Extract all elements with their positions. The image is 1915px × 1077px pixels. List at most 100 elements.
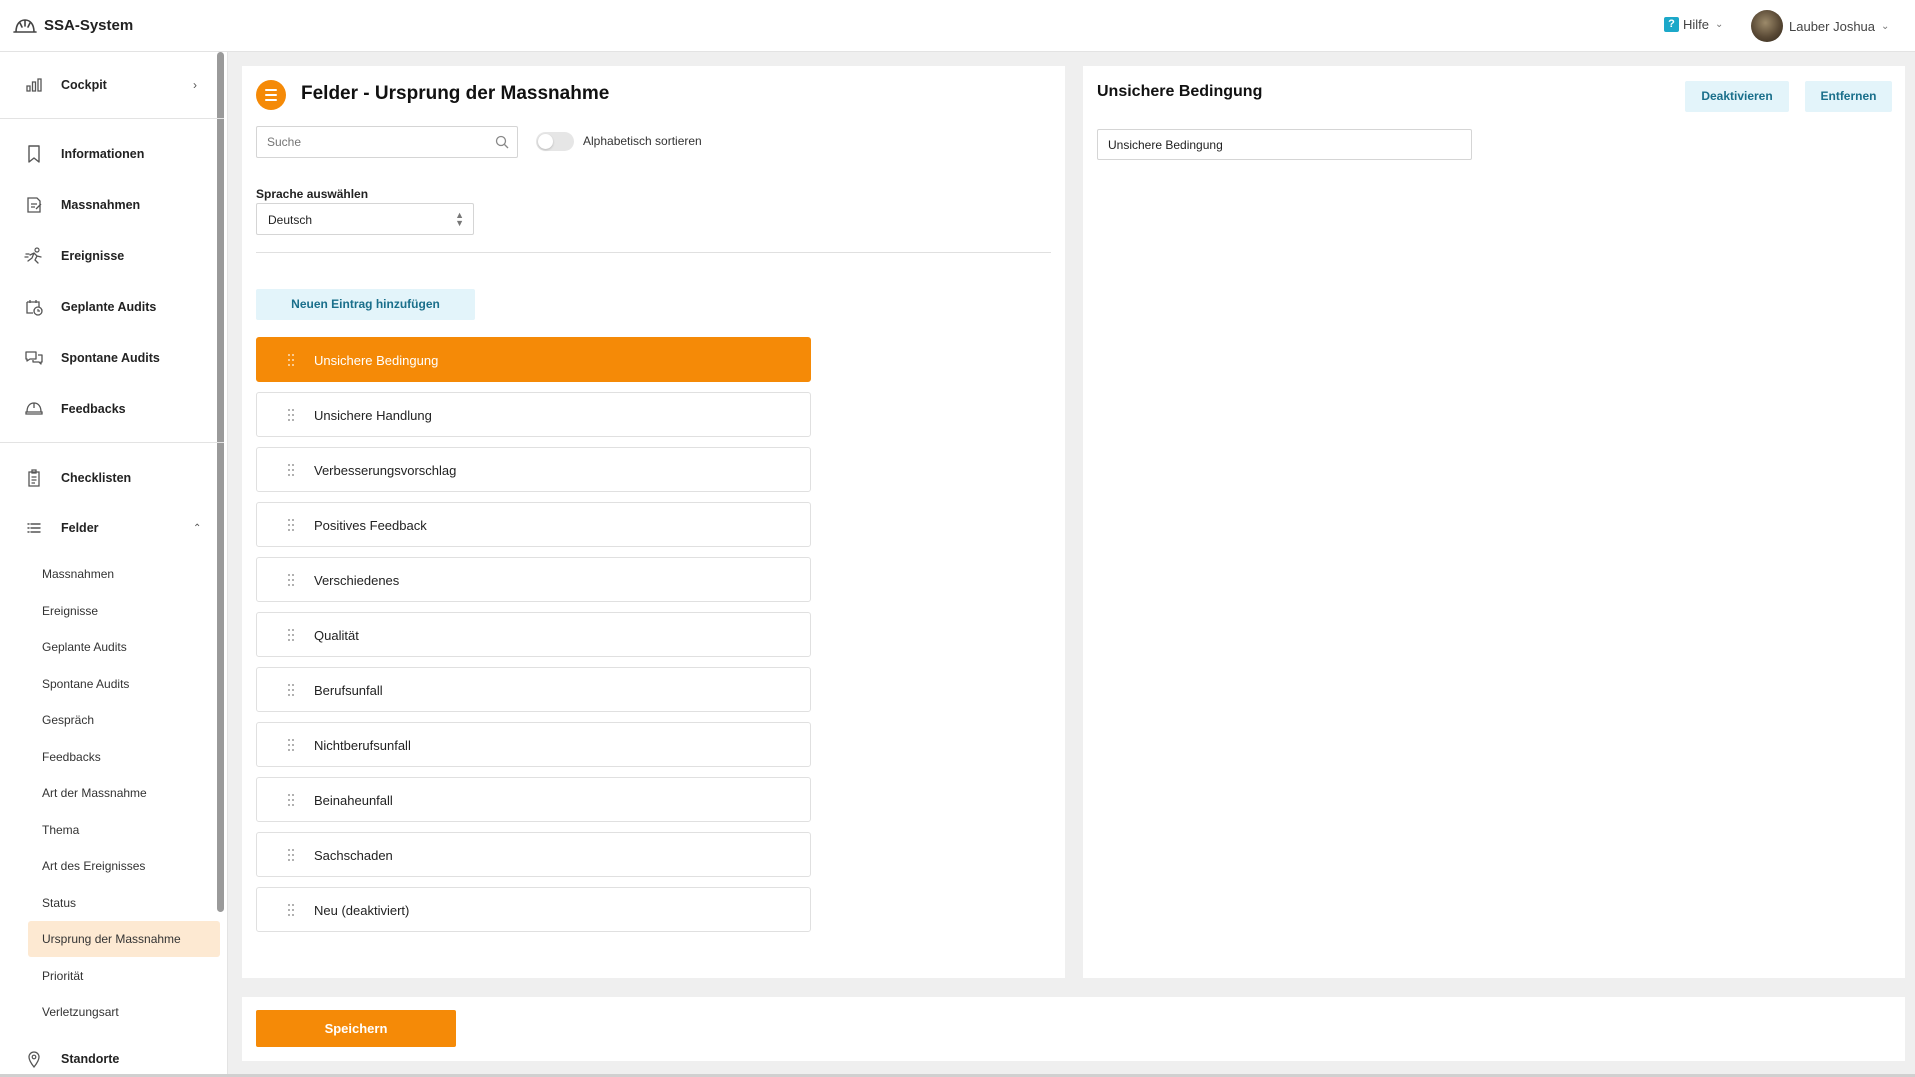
bookmark-icon <box>28 145 40 163</box>
sidebar-item-geplante-audits[interactable]: Geplante Audits <box>0 287 210 327</box>
bar-chart-icon <box>26 78 42 92</box>
entry-name-field[interactable] <box>1097 129 1472 160</box>
sidebar-item-cockpit[interactable]: Cockpit › <box>0 65 210 105</box>
fields-list-panel: Felder - Ursprung der Massnahme Alphabet… <box>242 66 1065 978</box>
divider <box>256 252 1051 253</box>
sidebar-sub-item-massnahmen[interactable]: Massnahmen <box>28 556 220 592</box>
alphabetical-sort-label: Alphabetisch sortieren <box>583 134 702 148</box>
list-item[interactable]: Berufsunfall <box>256 667 811 712</box>
chevron-down-icon: ⌄ <box>1881 20 1890 32</box>
running-person-icon <box>24 247 42 264</box>
avatar <box>1751 10 1783 42</box>
language-label: Sprache auswählen <box>256 187 369 201</box>
sidebar-item-checklisten[interactable]: Checklisten <box>0 458 210 498</box>
drag-handle-icon[interactable] <box>287 408 295 422</box>
sidebar-item-informationen[interactable]: Informationen <box>0 134 210 174</box>
list-item-label: Positives Feedback <box>314 518 427 533</box>
sidebar-sub-item-geplante-audits[interactable]: Geplante Audits <box>28 629 220 665</box>
sidebar-sub-item-spontane-audits[interactable]: Spontane Audits <box>28 666 220 702</box>
list-item-label: Nichtberufsunfall <box>314 738 411 753</box>
list-item[interactable]: Unsichere Handlung <box>256 392 811 437</box>
help-menu[interactable]: ? Hilfe ⌄ <box>1664 17 1723 32</box>
sidebar-item-label: Geplante Audits <box>61 300 157 314</box>
clipboard-icon <box>28 469 40 487</box>
chat-bubbles-icon <box>25 351 43 365</box>
sidebar-item-standorte[interactable]: Standorte <box>0 1039 210 1077</box>
list-item[interactable]: Beinaheunfall <box>256 777 811 822</box>
drag-handle-icon[interactable] <box>287 793 295 807</box>
list-icon <box>256 80 286 110</box>
save-button[interactable]: Speichern <box>256 1010 456 1047</box>
drag-handle-icon[interactable] <box>287 628 295 642</box>
sidebar-item-spontane-audits[interactable]: Spontane Audits <box>0 338 210 378</box>
sidebar-sub-item-art-des-ereignisses[interactable]: Art des Ereignisses <box>28 848 220 884</box>
helmet-icon <box>25 402 43 415</box>
help-icon: ? <box>1664 17 1679 32</box>
list-item-label: Neu (deaktiviert) <box>314 903 410 918</box>
app-title: SSA-System <box>44 17 134 34</box>
drag-handle-icon[interactable] <box>287 738 295 752</box>
sidebar-sub-item-gespraech[interactable]: Gespräch <box>28 702 220 738</box>
sidebar-sub-item-feedbacks[interactable]: Feedbacks <box>28 739 220 775</box>
list-item[interactable]: Qualität <box>256 612 811 657</box>
sidebar-sub-item-prioritaet[interactable]: Priorität <box>28 958 220 994</box>
sidebar-sub-item-verletzungsart[interactable]: Verletzungsart <box>28 994 220 1030</box>
list-item-label: Verbesserungsvorschlag <box>314 463 457 478</box>
sidebar-item-ereignisse[interactable]: Ereignisse <box>0 236 210 276</box>
help-label: Hilfe <box>1683 17 1710 32</box>
sidebar-item-label: Cockpit <box>61 78 107 92</box>
sidebar-item-label: Ereignisse <box>61 249 125 263</box>
language-select[interactable]: Deutsch ▲ ▼ <box>256 203 474 235</box>
drag-handle-icon[interactable] <box>287 463 295 477</box>
sidebar-item-feedbacks[interactable]: Feedbacks <box>0 389 210 429</box>
deactivate-button[interactable]: Deaktivieren <box>1685 81 1789 112</box>
sidebar-divider <box>0 118 224 119</box>
drag-handle-icon[interactable] <box>287 683 295 697</box>
list-item[interactable]: Nichtberufsunfall <box>256 722 811 767</box>
drag-handle-icon[interactable] <box>287 353 295 367</box>
add-entry-button[interactable]: Neuen Eintrag hinzufügen <box>256 289 475 320</box>
sidebar-item-felder[interactable]: Felder ⌃ <box>0 508 210 548</box>
list-item[interactable]: Verbesserungsvorschlag <box>256 447 811 492</box>
list-item-label: Beinaheunfall <box>314 793 393 808</box>
helmet-logo-icon <box>13 19 37 33</box>
remove-button[interactable]: Entfernen <box>1805 81 1892 112</box>
chevron-down-icon: ⌄ <box>1715 19 1724 30</box>
sidebar-item-label: Checklisten <box>61 471 132 485</box>
sidebar-item-label: Spontane Audits <box>61 351 160 365</box>
page-title: Felder - Ursprung der Massnahme <box>301 83 610 104</box>
sidebar-sub-item-ereignisse[interactable]: Ereignisse <box>28 593 220 629</box>
sidebar-item-label: Standorte <box>61 1052 120 1066</box>
location-pin-icon <box>28 1051 40 1069</box>
list-item[interactable]: Unsichere Bedingung <box>256 337 811 382</box>
entry-detail-panel: Unsichere Bedingung Deaktivieren Entfern… <box>1083 66 1905 978</box>
list-item[interactable]: Neu (deaktiviert) <box>256 887 811 932</box>
sidebar-item-massnahmen[interactable]: Massnahmen <box>0 185 210 225</box>
alphabetical-sort-toggle[interactable] <box>536 132 574 151</box>
search-input[interactable] <box>256 126 518 158</box>
user-menu[interactable]: Lauber Joshua ⌄ <box>1751 10 1889 42</box>
drag-handle-icon[interactable] <box>287 518 295 532</box>
list-item-label: Verschiedenes <box>314 573 400 588</box>
list-item-label: Sachschaden <box>314 848 393 863</box>
document-pen-icon <box>27 197 42 213</box>
list-item[interactable]: Sachschaden <box>256 832 811 877</box>
list-item-label: Qualität <box>314 628 359 643</box>
list-item-label: Unsichere Handlung <box>314 408 432 423</box>
sidebar-sub-item-ursprung-der-massnahme[interactable]: Ursprung der Massnahme <box>28 921 220 957</box>
sidebar-item-label: Feedbacks <box>61 402 126 416</box>
sidebar-item-label: Informationen <box>61 147 145 161</box>
calendar-clock-icon <box>26 300 43 316</box>
sidebar-sub-item-art-der-massnahme[interactable]: Art der Massnahme <box>28 775 220 811</box>
drag-handle-icon[interactable] <box>287 848 295 862</box>
sidebar-item-label: Massnahmen <box>61 198 141 212</box>
sidebar-sub-item-status[interactable]: Status <box>28 885 220 921</box>
list-icon <box>27 523 41 533</box>
list-item[interactable]: Verschiedenes <box>256 557 811 602</box>
detail-title: Unsichere Bedingung <box>1097 83 1263 100</box>
drag-handle-icon[interactable] <box>287 573 295 587</box>
drag-handle-icon[interactable] <box>287 903 295 917</box>
sidebar-sub-item-thema[interactable]: Thema <box>28 812 220 848</box>
list-item[interactable]: Positives Feedback <box>256 502 811 547</box>
toggle-knob <box>538 134 553 149</box>
